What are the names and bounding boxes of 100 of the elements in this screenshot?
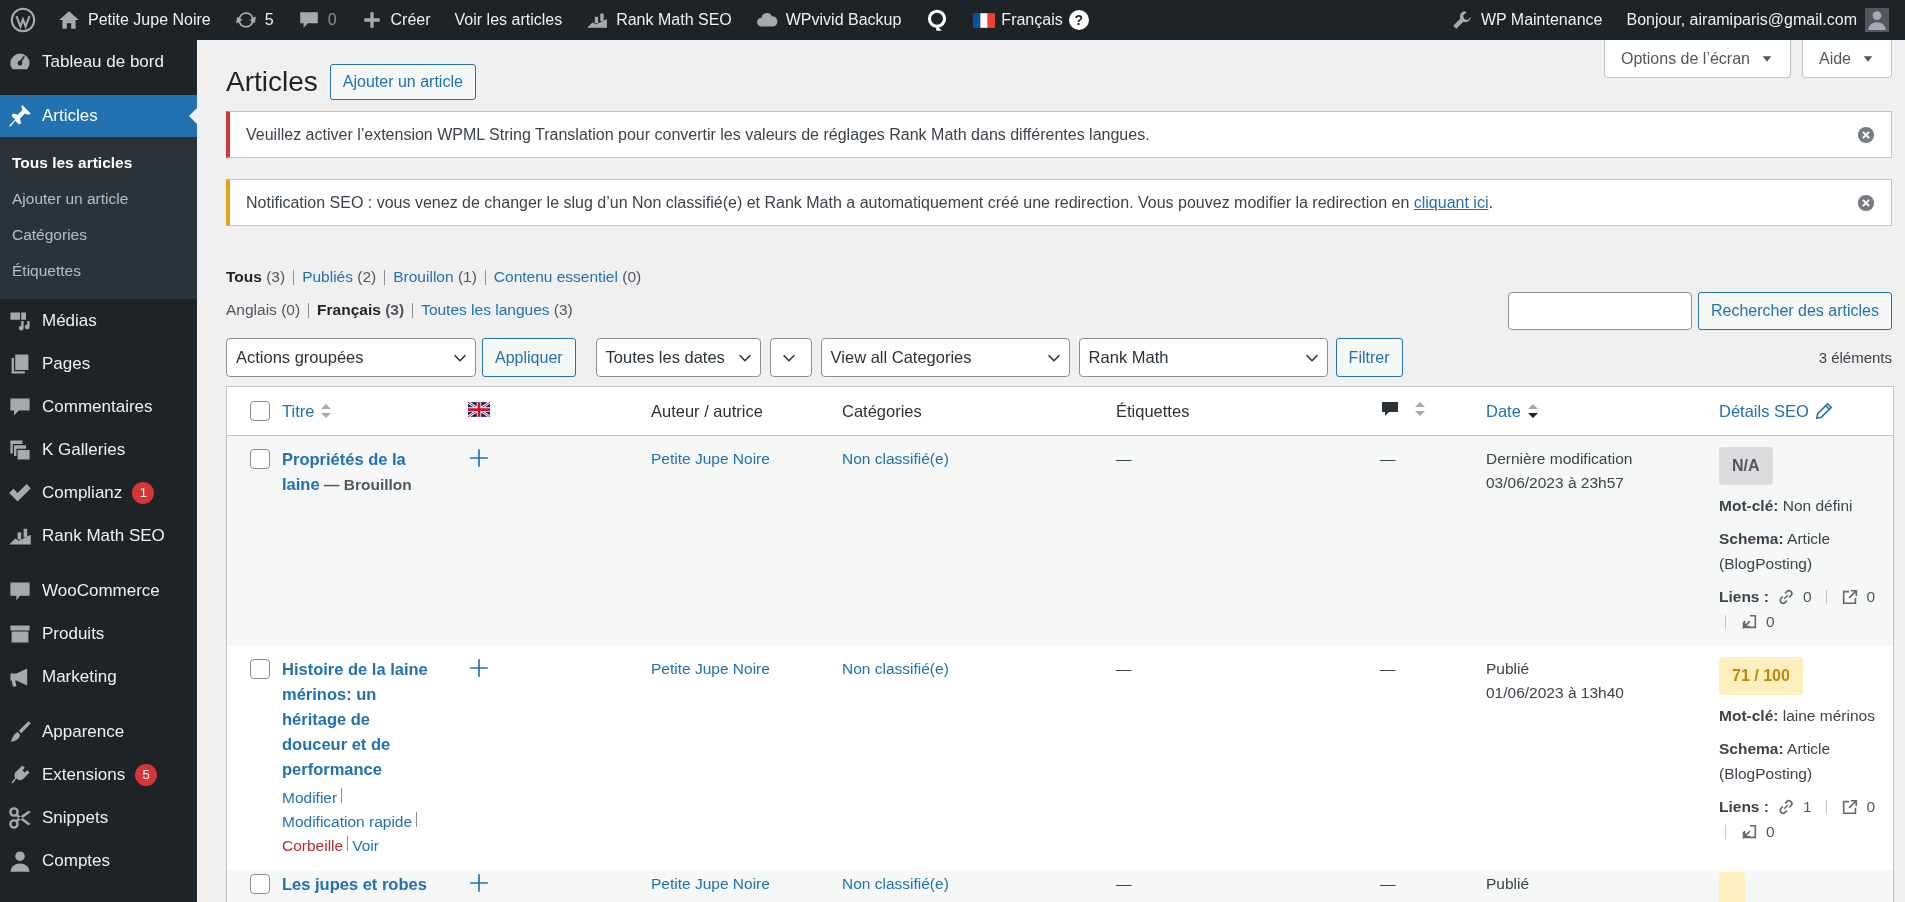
link-count: 0 xyxy=(1866,797,1876,817)
notice-text: Notification SEO : vous venez de changer le slug d’un Non classifié(e) et Rank Math a automatiquement créé une redirection. Vous pouvez modifier la redirection en cliquant ici. xyxy=(246,192,1493,213)
post-title-link[interactable]: Histoire de la laine mérinos: un héritage de douceur et de performance xyxy=(282,657,434,782)
flag-icon xyxy=(973,12,996,28)
toolbar-item[interactable]: WPvivid Backup xyxy=(743,0,914,40)
column-header: Étiquettes xyxy=(1116,401,1190,420)
search-button[interactable]: Rechercher des articles xyxy=(1697,292,1892,330)
apply-button[interactable]: Appliquer xyxy=(482,338,576,377)
author-link[interactable]: Petite Jupe Noire xyxy=(651,660,770,677)
screen-meta-tab[interactable]: Options de l’écran xyxy=(1604,40,1791,78)
post-title-link[interactable]: Propriétés de la laine — Brouillon xyxy=(282,447,434,497)
sidebar-item[interactable]: Marketing xyxy=(0,655,197,698)
column-header[interactable]: Détails SEO xyxy=(1719,401,1833,421)
link-icon xyxy=(1776,587,1795,606)
page-title: Articles xyxy=(226,65,318,99)
sidebar-item[interactable]: Comptes xyxy=(0,839,197,882)
comments-column-header[interactable] xyxy=(1380,399,1426,419)
dropdown[interactable]: View all Categories xyxy=(820,338,1070,377)
sidebar-item[interactable]: Articles xyxy=(0,95,197,137)
brush-icon xyxy=(8,719,32,744)
sidebar-item[interactable]: WooCommerce xyxy=(0,569,197,612)
column-header[interactable]: Titre xyxy=(282,401,333,421)
sidebar-item[interactable]: Complianz 1 xyxy=(0,471,197,514)
sidebar-item[interactable]: K Galleries xyxy=(0,428,197,471)
author-link[interactable]: Petite Jupe Noire xyxy=(651,450,770,467)
plus-icon[interactable] xyxy=(468,872,490,894)
home-icon xyxy=(58,9,80,31)
close-icon[interactable] xyxy=(1857,125,1875,144)
toolbar-item[interactable]: 0 xyxy=(285,0,349,40)
checkbox[interactable] xyxy=(250,659,270,679)
filter-button[interactable]: Filtrer xyxy=(1335,338,1403,377)
checkbox[interactable] xyxy=(250,401,270,421)
toolbar-item[interactable]: Bonjour, airamiparis@gmail.com xyxy=(1614,0,1901,40)
notice-link[interactable]: cliquant ici xyxy=(1413,193,1489,211)
view-link[interactable]: Contenu essentiel (0) xyxy=(493,265,642,289)
row-action-link[interactable]: Modifier xyxy=(282,789,338,806)
checkbox[interactable] xyxy=(250,449,270,469)
row-action-link[interactable]: Voir xyxy=(352,837,379,854)
dropdown[interactable]: Toutes les dates xyxy=(595,338,761,377)
focus-keyword-text: Mot-clé: laine mérinos xyxy=(1719,706,1876,726)
view-link[interactable]: Tous (3) xyxy=(226,265,286,289)
submenu-item[interactable]: Tous les articles xyxy=(0,145,197,181)
dropdown[interactable]: Actions groupées xyxy=(226,338,476,377)
sidebar-item[interactable]: Médias xyxy=(0,299,197,342)
search-field[interactable] xyxy=(1507,292,1692,330)
sidebar-item[interactable]: Tableau de bord xyxy=(0,40,197,83)
column-header: Auteur / autrice xyxy=(651,401,763,420)
toolbar-item[interactable]: Rank Math SEO xyxy=(574,0,744,40)
dropdown[interactable]: Rank Math xyxy=(1078,338,1328,377)
pencil-icon[interactable] xyxy=(1814,402,1833,420)
link-count: 0 xyxy=(1866,587,1876,607)
screen-meta-tab[interactable]: Aide xyxy=(1801,40,1892,78)
date-text: 01/06/2023 à 13h40 xyxy=(1486,683,1625,703)
submenu-item[interactable]: Ajouter un article xyxy=(0,181,197,217)
pin-icon xyxy=(8,104,32,128)
toolbar-item[interactable]: Créer xyxy=(348,0,443,40)
toolbar-item[interactable]: Français ? xyxy=(961,0,1101,40)
sidebar-item[interactable]: Rank Math SEO xyxy=(0,514,197,557)
row-action-link[interactable]: Corbeille xyxy=(282,837,344,854)
incoming-link-icon xyxy=(1740,612,1758,631)
sidebar-item[interactable]: Extensions 5 xyxy=(0,753,197,796)
date-status: Dernière modification xyxy=(1486,449,1634,469)
language-link[interactable]: Toutes les langues (3) xyxy=(421,298,573,322)
sidebar-item[interactable]: Commentaires xyxy=(0,385,197,428)
date-text: 03/06/2023 à 23h57 xyxy=(1486,473,1625,493)
sidebar-item[interactable]: Apparence xyxy=(0,710,197,753)
dropdown[interactable] xyxy=(769,338,812,377)
sidebar-item[interactable]: Produits xyxy=(0,612,197,655)
images-icon xyxy=(8,437,32,462)
sidebar-item[interactable]: Snippets xyxy=(0,796,197,839)
row-action-link[interactable]: Modification rapide xyxy=(282,813,413,830)
sidebar-item[interactable]: Pages xyxy=(0,342,197,385)
category-link[interactable]: Non classifié(e) xyxy=(842,660,949,677)
wrench-icon xyxy=(1450,9,1473,31)
link-icon xyxy=(1776,797,1795,816)
add-article-button[interactable]: Ajouter un article xyxy=(329,64,476,100)
table-cell: — xyxy=(1116,660,1132,677)
toolbar-item[interactable]: WP Maintenance xyxy=(1438,0,1615,40)
help-button[interactable]: ? xyxy=(1068,10,1089,30)
view-link[interactable]: Brouillon (1) xyxy=(393,265,477,289)
table-cell: — xyxy=(1380,875,1396,892)
plus-icon[interactable] xyxy=(468,447,490,469)
plus-icon[interactable] xyxy=(468,657,490,679)
toolbar-item[interactable]: 5 xyxy=(222,0,286,40)
close-icon[interactable] xyxy=(1857,193,1875,212)
submenu-item[interactable]: Catégories xyxy=(0,217,197,253)
table-cell: — xyxy=(1116,450,1132,467)
count-badge: 5 xyxy=(135,763,158,786)
checkbox[interactable] xyxy=(250,874,270,894)
links-label: Liens : xyxy=(1719,587,1769,607)
language-link[interactable]: Français (3) xyxy=(317,298,405,322)
view-link[interactable]: Publiés (2) xyxy=(302,265,377,289)
table-cell: — xyxy=(1380,660,1396,677)
toolbar-item[interactable]: Voir les articles xyxy=(442,0,575,40)
category-link[interactable]: Non classifié(e) xyxy=(842,450,949,467)
schema-text: Schema: Article (BlogPosting) xyxy=(1719,529,1832,574)
toolbar-item[interactable]: Petite Jupe Noire xyxy=(46,0,223,40)
notice-text: Veuillez activer l’extension WPML String Translation pour convertir les valeurs de réglages Rank Math dans différentes langues. xyxy=(246,124,1150,145)
submenu-item[interactable]: Étiquettes xyxy=(0,253,197,289)
column-header[interactable]: Date xyxy=(1486,401,1539,421)
